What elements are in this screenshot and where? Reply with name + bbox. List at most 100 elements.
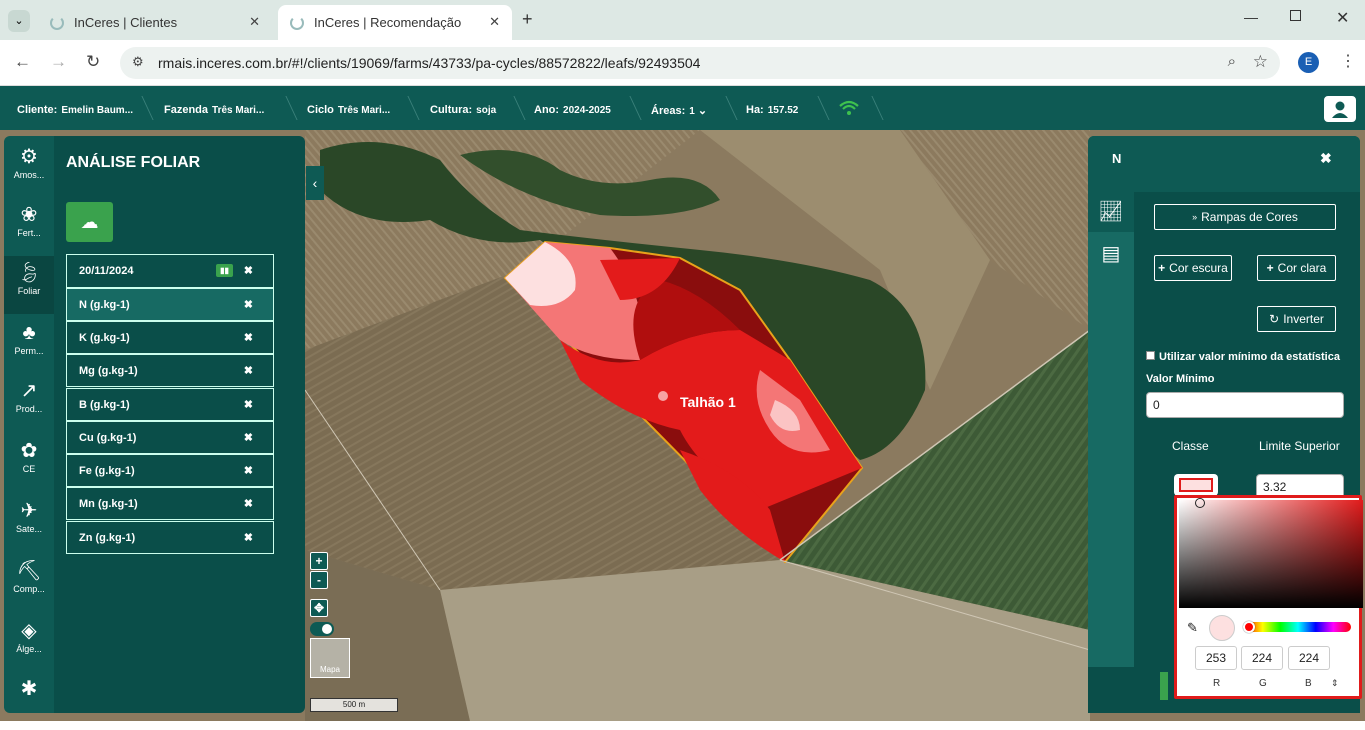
delete-icon[interactable]: ✖	[244, 331, 253, 344]
tab-title: InCeres | Clientes	[74, 15, 178, 30]
move-icon: ✥	[313, 601, 325, 615]
user-button[interactable]	[1324, 96, 1356, 122]
forward-icon[interactable]: →	[50, 52, 67, 72]
loading-icon	[290, 15, 304, 30]
analysis-date-row[interactable]: 20/11/2024 ▮▮ ✖	[66, 254, 274, 288]
site-info-icon[interactable]: ⚙	[132, 54, 144, 70]
basemap-switcher[interactable]: Mapa	[310, 638, 350, 678]
leaf-icon: 🍃︎	[16, 262, 42, 284]
rail-item-produtividade[interactable]: ↗ Prod...	[4, 374, 54, 432]
fertility-icon: ❀	[20, 204, 38, 226]
rail-item-amostras[interactable]: ⚙ Amos...	[4, 140, 54, 198]
rail-item-perenes[interactable]: ♣ Perm...	[4, 316, 54, 374]
url-field[interactable]: ⚙ rmais.inceres.com.br/#!/clients/19069/…	[120, 47, 1280, 79]
cloud-upload-icon: ☁	[80, 211, 99, 232]
delete-icon[interactable]: ✖	[244, 464, 253, 477]
delete-icon[interactable]: ✖	[244, 298, 253, 311]
close-icon[interactable]: ✖	[1320, 150, 1332, 167]
crumb-cultura[interactable]: Cultura: soja	[430, 104, 496, 116]
plus-icon: +	[1266, 261, 1274, 275]
red-input[interactable]: 253	[1195, 646, 1237, 670]
upload-button[interactable]: ☁	[66, 202, 113, 242]
rail-item-fertilidade[interactable]: ❀ Fert...	[4, 198, 54, 256]
rail-item-ce[interactable]: ✿ CE	[4, 434, 54, 492]
crumb-areas[interactable]: Áreas: 1 ⌄	[651, 104, 707, 117]
zoom-in-button[interactable]: +	[310, 552, 328, 570]
line-chart-icon: 📈︎	[1098, 201, 1124, 223]
nutrient-item-zn[interactable]: Zn (g.kg-1) ✖	[66, 521, 274, 554]
crumb-fazenda[interactable]: Fazenda Três Mari...	[164, 104, 264, 116]
min-value-input[interactable]: 0	[1146, 392, 1344, 418]
sv-handle[interactable]	[1195, 498, 1205, 508]
nutrient-item-n[interactable]: N (g.kg-1) ✖	[66, 288, 274, 321]
nutrient-item-mg[interactable]: Mg (g.kg-1) ✖	[66, 354, 274, 387]
panel-title: ANÁLISE FOLIAR	[66, 154, 201, 171]
format-toggle-icon[interactable]: ⇕	[1331, 678, 1339, 689]
saturation-value-area[interactable]	[1179, 498, 1363, 608]
rail-item-compactacao[interactable]: ⛏ Comp...	[4, 554, 54, 612]
hue-handle[interactable]	[1243, 621, 1255, 633]
rail-item-satelite[interactable]: ✈ Sate...	[4, 494, 54, 552]
nutrient-item-cu[interactable]: Cu (g.kg-1) ✖	[66, 421, 274, 454]
nutrient-item-b[interactable]: B (g.kg-1) ✖	[66, 388, 274, 421]
close-icon[interactable]: ✕	[249, 14, 260, 30]
class-color-swatch[interactable]	[1174, 474, 1218, 496]
reload-icon[interactable]: ↻	[86, 52, 100, 72]
delete-icon[interactable]: ✖	[244, 398, 253, 411]
chart-tab[interactable]: 📈︎	[1088, 192, 1134, 232]
window-close-icon[interactable]: ✕	[1336, 8, 1349, 28]
delete-icon[interactable]: ✖	[244, 497, 253, 510]
crumb-separator	[714, 96, 738, 120]
nutrient-item-k[interactable]: K (g.kg-1) ✖	[66, 321, 274, 354]
tab-clientes[interactable]: InCeres | Clientes ✕	[38, 5, 272, 40]
restore-icon[interactable]	[1290, 10, 1301, 21]
rail-item-pragas[interactable]: ✱	[4, 672, 54, 730]
use-min-checkbox[interactable]	[1146, 351, 1155, 360]
close-icon[interactable]: ✕	[489, 14, 500, 30]
delete-icon[interactable]: ✖	[244, 264, 253, 277]
new-tab-icon[interactable]: +	[522, 9, 533, 30]
color-ramps-button[interactable]: » Rampas de Cores	[1154, 204, 1336, 230]
invert-button[interactable]: ↻ Inverter	[1257, 306, 1336, 332]
tab-search-icon[interactable]: ⌄	[8, 10, 30, 32]
pan-button[interactable]: ✥	[310, 599, 328, 617]
hue-slider[interactable]	[1243, 621, 1351, 633]
crumb-separator	[860, 96, 884, 120]
rail-item-foliar[interactable]: 🍃︎ Foliar	[4, 256, 54, 314]
crumb-cliente[interactable]: Cliente: Emelin Baum...	[17, 104, 133, 116]
crumb-ano[interactable]: Ano: 2024-2025	[534, 104, 611, 116]
zoom-icon[interactable]: ⌕	[1228, 53, 1236, 70]
nutrient-item-mn[interactable]: Mn (g.kg-1) ✖	[66, 487, 274, 520]
legend-title: N	[1112, 151, 1122, 166]
delete-icon[interactable]: ✖	[244, 531, 253, 544]
blue-input[interactable]: 224	[1288, 646, 1330, 670]
rail-item-algebra[interactable]: ◈ Álge...	[4, 614, 54, 672]
use-min-option[interactable]: Utilizar valor mínimo da estatística	[1146, 351, 1340, 363]
crumb-separator	[396, 96, 420, 120]
bookmark-star-icon[interactable]: ☆	[1253, 52, 1268, 72]
dark-color-button[interactable]: + Cor escura	[1154, 255, 1232, 281]
minimize-icon[interactable]: —	[1244, 9, 1258, 25]
save-button-edge[interactable]	[1160, 672, 1168, 700]
crumb-ha: Ha: 157.52	[746, 104, 799, 116]
collapse-panel-button[interactable]: ‹	[306, 166, 324, 200]
delete-icon[interactable]: ✖	[244, 364, 253, 377]
nutrient-item-fe[interactable]: Fe (g.kg-1) ✖	[66, 454, 274, 487]
crumb-separator	[274, 96, 298, 120]
profile-avatar[interactable]: E	[1298, 52, 1319, 73]
crumb-ciclo[interactable]: Ciclo Três Mari...	[307, 104, 390, 116]
zoom-out-button[interactable]: -	[310, 571, 328, 589]
perennial-icon: ♣	[22, 322, 36, 344]
tab-recomendacao[interactable]: InCeres | Recomendação ✕	[278, 5, 512, 40]
browser-tab-bar: ⌄ InCeres | Clientes ✕ InCeres | Recomen…	[0, 0, 1365, 40]
green-input[interactable]: 224	[1241, 646, 1283, 670]
back-icon[interactable]: ←	[14, 52, 31, 72]
palette-tab[interactable]: ▤	[1088, 234, 1134, 274]
crumb-separator	[130, 96, 154, 120]
eyedropper-icon[interactable]: ✎	[1187, 620, 1198, 636]
book-icon[interactable]: ▮▮	[216, 264, 233, 277]
menu-icon[interactable]: ⋮	[1340, 51, 1356, 71]
delete-icon[interactable]: ✖	[244, 431, 253, 444]
light-color-button[interactable]: + Cor clara	[1257, 255, 1336, 281]
layer-toggle[interactable]	[310, 622, 334, 636]
